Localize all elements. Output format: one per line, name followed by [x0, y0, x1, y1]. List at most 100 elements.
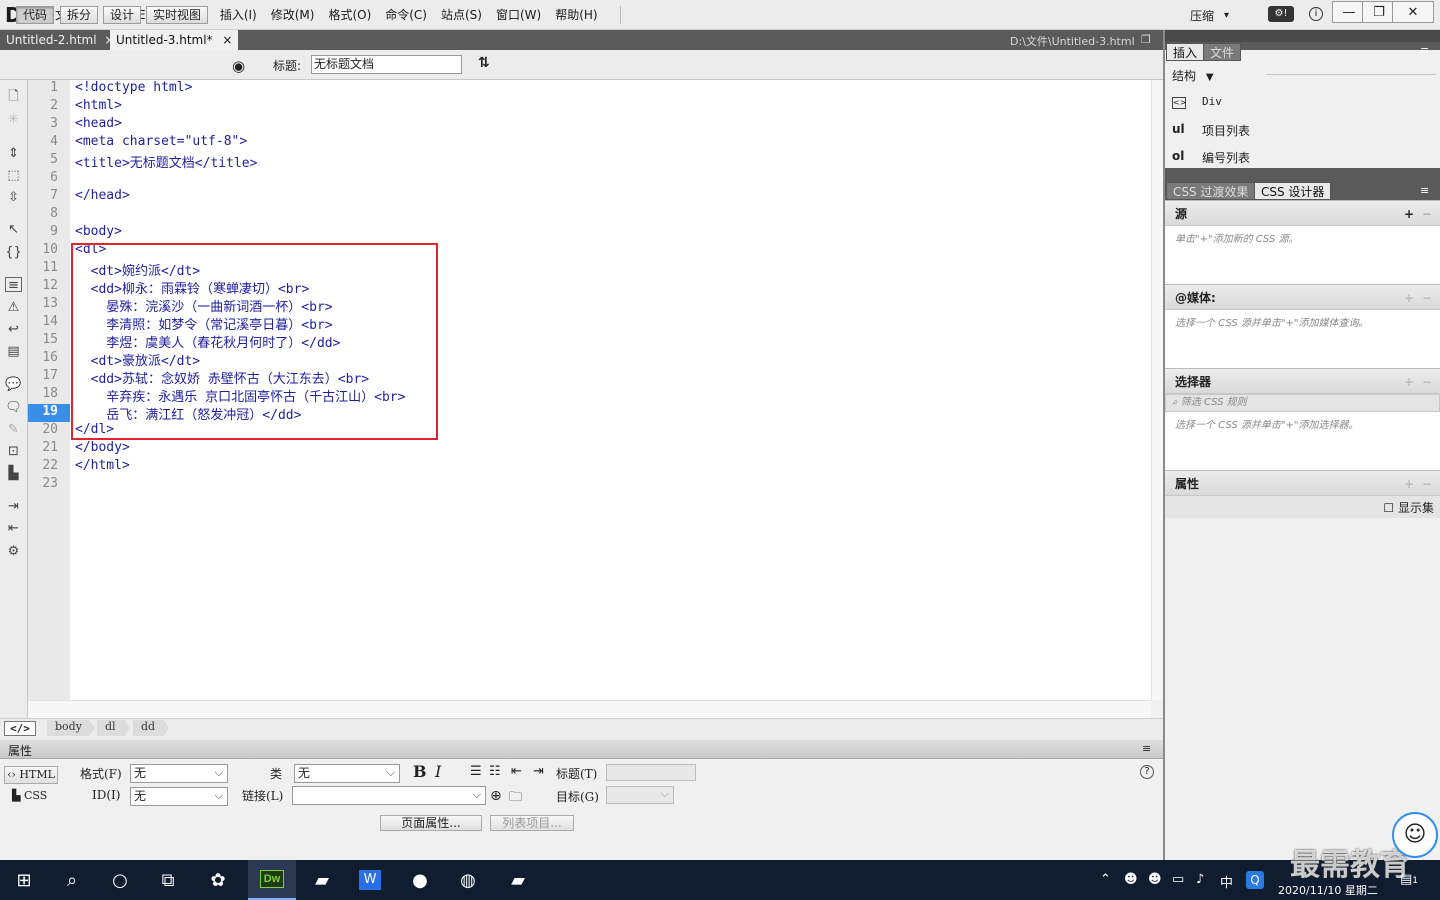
- wps-icon[interactable]: W: [346, 860, 394, 900]
- recent-snippets-icon[interactable]: ⊡: [5, 444, 22, 459]
- tab-css-designer[interactable]: CSS 设计器: [1254, 182, 1332, 200]
- html-mode-button[interactable]: ‹› HTML: [4, 766, 58, 784]
- code-view-button[interactable]: 代码: [16, 6, 55, 24]
- remove-source-button[interactable]: −: [1422, 201, 1432, 227]
- cortana-icon[interactable]: ○: [96, 860, 144, 900]
- panel-menu-icon[interactable]: ≡: [1420, 44, 1429, 57]
- browse-folder-icon[interactable]: 🗀: [509, 788, 522, 810]
- css-mode-button[interactable]: ▙ CSS: [12, 789, 47, 802]
- dreamweaver-taskbar-icon[interactable]: Dw: [248, 860, 296, 900]
- format-source-icon[interactable]: ⚙: [5, 544, 22, 559]
- id-select[interactable]: 无: [130, 787, 228, 806]
- tab-css-transitions[interactable]: CSS 过渡效果: [1166, 182, 1256, 200]
- pinwheel-app-icon[interactable]: ✿: [194, 860, 242, 900]
- ordered-list-icon[interactable]: ☷: [489, 764, 501, 779]
- horizontal-scrollbar[interactable]: [28, 700, 1151, 718]
- bold-button[interactable]: B: [413, 762, 427, 781]
- preview-globe-icon[interactable]: ◉: [232, 57, 245, 75]
- volume-icon[interactable]: ♪: [1196, 872, 1204, 887]
- info-icon[interactable]: i: [1309, 7, 1323, 21]
- unordered-list-icon[interactable]: ☰: [470, 764, 482, 779]
- collapse-selection-icon[interactable]: ⬚: [5, 168, 22, 183]
- wrap-tag-icon[interactable]: ✎: [5, 422, 22, 437]
- search-icon[interactable]: ⌕: [48, 860, 96, 900]
- breadcrumb-dd[interactable]: dd: [133, 720, 170, 736]
- breadcrumb-dl[interactable]: dl: [97, 720, 130, 736]
- collapse-full-tag-icon[interactable]: ⇕: [5, 146, 22, 161]
- insert-ol-item[interactable]: ol 编号列表: [1172, 149, 1432, 165]
- link-input[interactable]: [292, 786, 486, 805]
- tab-insert[interactable]: 插入: [1166, 43, 1205, 61]
- notepad2-icon[interactable]: ▰: [494, 860, 542, 900]
- menu-format[interactable]: 格式(O): [321, 0, 378, 30]
- design-view-button[interactable]: 设计: [103, 6, 142, 24]
- network-icon[interactable]: ▭: [1172, 872, 1184, 887]
- restore-doc-icon[interactable]: ❐: [1141, 33, 1151, 46]
- menu-help[interactable]: 帮助(H): [548, 0, 604, 30]
- qq2-icon[interactable]: ☻: [1148, 872, 1162, 887]
- workspace-switcher[interactable]: 压缩 ▾: [1190, 0, 1229, 30]
- vertical-scrollbar[interactable]: [1151, 80, 1163, 700]
- start-icon[interactable]: ⊞: [0, 860, 48, 900]
- class-select[interactable]: 无: [294, 764, 400, 783]
- apply-comment-icon[interactable]: 💬: [5, 377, 22, 392]
- indent-icon[interactable]: ⇥: [533, 764, 544, 779]
- breadcrumb-body[interactable]: body: [47, 720, 96, 736]
- show-code-navigator-icon[interactable]: ✳: [5, 112, 22, 127]
- ime-indicator[interactable]: 中: [1220, 872, 1233, 891]
- menu-site[interactable]: 站点(S): [434, 0, 489, 30]
- tray-chevron-up-icon[interactable]: ⌃: [1100, 872, 1111, 887]
- document-title-input[interactable]: 无标题文档: [311, 55, 462, 74]
- insert-ul-item[interactable]: ul 项目列表: [1172, 122, 1432, 138]
- q-app-icon[interactable]: Q: [1246, 871, 1264, 889]
- outdent-code-icon[interactable]: ⇤: [5, 521, 22, 536]
- close-icon[interactable]: ×: [222, 33, 232, 47]
- balance-braces-icon[interactable]: {}: [5, 245, 22, 260]
- add-source-button[interactable]: +: [1404, 201, 1414, 227]
- select-parent-tag-icon[interactable]: ↖: [5, 222, 22, 237]
- split-view-button[interactable]: 拆分: [60, 6, 99, 24]
- italic-button[interactable]: I: [435, 762, 441, 781]
- live-view-button[interactable]: 实时视图: [146, 6, 209, 24]
- menu-commands[interactable]: 命令(C): [378, 0, 434, 30]
- line-numbers-icon[interactable]: ≡: [5, 277, 22, 293]
- open-documents-icon[interactable]: 🗋: [5, 89, 22, 104]
- outdent-icon[interactable]: ⇤: [511, 764, 522, 779]
- selector-filter-input[interactable]: ⌕ 筛选 CSS 规则: [1165, 394, 1440, 412]
- tab-files[interactable]: 文件: [1203, 43, 1242, 61]
- indent-code-icon[interactable]: ⇥: [5, 499, 22, 514]
- close-button[interactable]: ✕: [1392, 1, 1434, 23]
- menu-window[interactable]: 窗口(W): [489, 0, 548, 30]
- point-to-file-icon[interactable]: ⊕: [490, 788, 502, 804]
- help-icon[interactable]: ?: [1140, 765, 1154, 779]
- show-set-checkbox[interactable]: ☐ 显示集: [1383, 499, 1434, 516]
- syntax-coloring-icon[interactable]: ▤: [5, 344, 22, 359]
- remove-comment-icon[interactable]: 🗨: [5, 400, 22, 415]
- qq-icon[interactable]: ☻: [1124, 872, 1138, 887]
- notification-icon[interactable]: ▤1: [1400, 872, 1418, 887]
- move-css-icon[interactable]: ▙: [5, 466, 22, 481]
- insert-div-item[interactable]: <> Div: [1172, 95, 1432, 111]
- notepad-icon[interactable]: ▰: [298, 860, 346, 900]
- code-icon[interactable]: </>: [4, 721, 36, 736]
- format-select[interactable]: 无: [130, 764, 228, 783]
- menu-modify[interactable]: 修改(M): [264, 0, 322, 30]
- file-management-icon[interactable]: ⇅: [478, 55, 490, 71]
- sync-settings-icon[interactable]: ⚙!: [1268, 6, 1294, 22]
- chrome-icon[interactable]: ◍: [444, 860, 492, 900]
- menu-insert[interactable]: 插入(I): [213, 0, 264, 30]
- panel-menu-icon[interactable]: ≡: [1420, 184, 1429, 197]
- watermelon-icon[interactable]: ●: [396, 860, 444, 900]
- word-wrap-icon[interactable]: ↩: [5, 322, 22, 337]
- highlight-invalid-code-icon[interactable]: ⚠: [5, 300, 22, 315]
- restore-button[interactable]: ❐: [1362, 1, 1396, 23]
- page-properties-button[interactable]: 页面属性...: [380, 815, 482, 831]
- insert-category-select[interactable]: 结构 ▼: [1172, 67, 1214, 84]
- tab-untitled-2[interactable]: Untitled-2.html ×: [0, 30, 120, 50]
- clock-date[interactable]: 2020/11/10 星期二: [1278, 882, 1378, 898]
- task-view-icon[interactable]: ⧉: [144, 860, 192, 900]
- panel-menu-icon[interactable]: ≡: [1142, 742, 1151, 755]
- minimize-button[interactable]: —: [1332, 1, 1366, 23]
- tab-untitled-3[interactable]: Untitled-3.html* ×: [110, 30, 239, 50]
- expand-all-icon[interactable]: ⇳: [5, 190, 22, 205]
